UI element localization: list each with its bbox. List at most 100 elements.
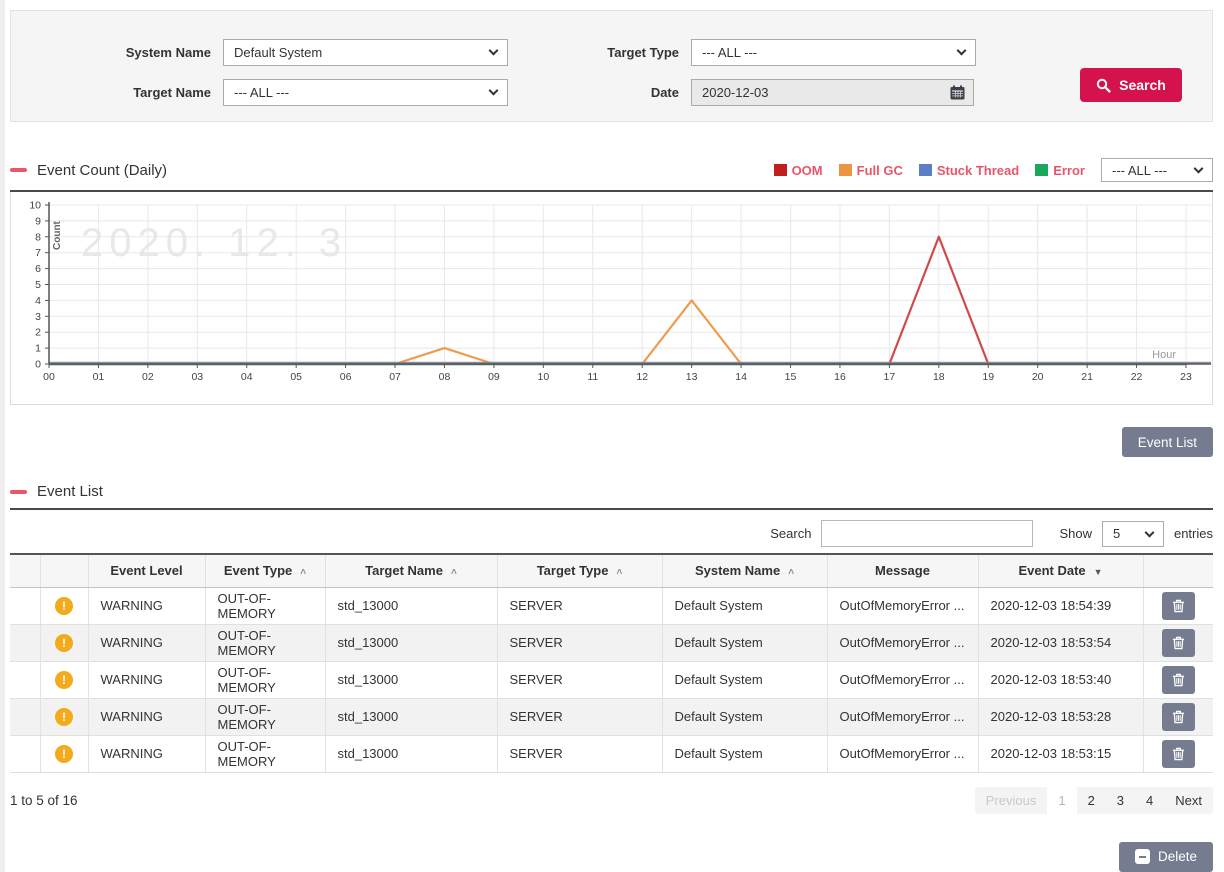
- pagination-previous[interactable]: Previous: [975, 787, 1048, 814]
- trash-icon: [1172, 636, 1185, 650]
- svg-text:17: 17: [884, 371, 896, 383]
- system-name-select[interactable]: Default System: [223, 39, 508, 66]
- header-message[interactable]: Message: [827, 554, 978, 587]
- message-cell: OutOfMemoryError ...: [827, 624, 978, 661]
- svg-text:9: 9: [35, 215, 41, 227]
- row-select-cell[interactable]: [10, 698, 40, 735]
- event-type-filter-select[interactable]: --- ALL ---: [1101, 158, 1213, 182]
- trash-icon: [1172, 710, 1185, 724]
- legend-label: Stuck Thread: [937, 163, 1019, 178]
- event-date-cell: 2020-12-03 18:54:39: [978, 587, 1143, 624]
- legend-label: OOM: [792, 163, 823, 178]
- target-name-select[interactable]: --- ALL ---: [223, 79, 508, 106]
- event-table: Event Level Event Type˄ Target Name˄ Tar…: [10, 553, 1213, 773]
- search-button[interactable]: Search: [1080, 68, 1182, 102]
- svg-text:07: 07: [389, 371, 401, 383]
- legend-item-error: Error: [1035, 163, 1085, 178]
- target-type-cell: SERVER: [497, 587, 662, 624]
- svg-text:09: 09: [488, 371, 500, 383]
- svg-text:6: 6: [35, 263, 41, 275]
- event-type-cell: OUT-OF-MEMORY: [205, 661, 325, 698]
- event-date-cell: 2020-12-03 18:53:54: [978, 624, 1143, 661]
- row-icon-cell: !: [40, 587, 88, 624]
- delete-row-button[interactable]: [1162, 629, 1195, 657]
- minus-square-icon: [1135, 849, 1150, 864]
- row-select-cell[interactable]: [10, 624, 40, 661]
- svg-text:22: 22: [1131, 371, 1143, 383]
- pagination-page-2[interactable]: 2: [1077, 787, 1106, 814]
- section-dash-icon: [10, 168, 27, 172]
- stuck-thread-swatch-icon: [919, 164, 932, 176]
- page-length-select[interactable]: 5: [1102, 521, 1164, 547]
- table-search-label: Search: [770, 526, 811, 541]
- event-list-button[interactable]: Event List: [1122, 427, 1213, 457]
- calendar-icon[interactable]: [950, 85, 965, 100]
- header-event-date[interactable]: Event Date▼: [978, 554, 1143, 587]
- show-label: Show: [1059, 526, 1092, 541]
- svg-text:06: 06: [340, 371, 352, 383]
- event-count-chart: 2020. 12. 301234567891000010203040506070…: [11, 198, 1212, 396]
- warning-icon: !: [55, 745, 73, 763]
- row-action-cell: [1143, 698, 1213, 735]
- target-type-select[interactable]: --- ALL ---: [691, 39, 976, 66]
- date-value: 2020-12-03: [702, 85, 769, 100]
- row-select-cell[interactable]: [10, 735, 40, 772]
- delete-row-button[interactable]: [1162, 740, 1195, 768]
- svg-text:20: 20: [1032, 371, 1044, 383]
- svg-text:10: 10: [538, 371, 550, 383]
- pagination-page-1[interactable]: 1: [1047, 787, 1076, 814]
- row-icon-cell: !: [40, 661, 88, 698]
- row-action-cell: [1143, 587, 1213, 624]
- delete-row-button[interactable]: [1162, 592, 1195, 620]
- svg-text:1: 1: [35, 343, 41, 355]
- chevron-down-icon: [489, 86, 499, 96]
- pagination-page-4[interactable]: 4: [1135, 787, 1164, 814]
- svg-text:19: 19: [982, 371, 994, 383]
- row-select-cell[interactable]: [10, 587, 40, 624]
- delete-row-button[interactable]: [1162, 666, 1195, 694]
- pagination-next[interactable]: Next: [1164, 787, 1213, 814]
- svg-text:08: 08: [439, 371, 451, 383]
- target-type-label: Target Type: [508, 45, 691, 60]
- legend-label: Error: [1053, 163, 1085, 178]
- svg-text:3: 3: [35, 311, 41, 323]
- pagination: Previous 1 2 3 4 Next: [975, 787, 1213, 814]
- page-edge-strip: [0, 0, 5, 872]
- pagination-page-3[interactable]: 3: [1106, 787, 1135, 814]
- delete-row-button[interactable]: [1162, 703, 1195, 731]
- chart-legend: OOM Full GC Stuck Thread Error --- ALL -…: [774, 158, 1213, 182]
- table-summary: 1 to 5 of 16: [10, 793, 78, 808]
- svg-text:01: 01: [93, 371, 105, 383]
- header-event-type[interactable]: Event Type˄: [205, 554, 325, 587]
- event-level-cell: WARNING: [88, 587, 205, 624]
- row-action-cell: [1143, 624, 1213, 661]
- header-event-level[interactable]: Event Level: [88, 554, 205, 587]
- target-name-cell: std_13000: [325, 661, 497, 698]
- system-name-cell: Default System: [662, 735, 827, 772]
- svg-text:14: 14: [735, 371, 747, 383]
- svg-text:02: 02: [142, 371, 154, 383]
- row-select-cell[interactable]: [10, 661, 40, 698]
- sort-asc-icon: ˄: [616, 567, 622, 578]
- svg-text:5: 5: [35, 279, 41, 291]
- target-type-cell: SERVER: [497, 661, 662, 698]
- sort-desc-icon: ▼: [1094, 567, 1103, 577]
- header-target-type[interactable]: Target Type˄: [497, 554, 662, 587]
- event-type-cell: OUT-OF-MEMORY: [205, 698, 325, 735]
- event-list-title: Event List: [37, 483, 103, 500]
- search-icon: [1096, 78, 1111, 93]
- header-target-name[interactable]: Target Name˄: [325, 554, 497, 587]
- table-search-input[interactable]: [821, 520, 1033, 547]
- table-row: ! WARNING OUT-OF-MEMORY std_13000 SERVER…: [10, 661, 1213, 698]
- message-cell: OutOfMemoryError ...: [827, 587, 978, 624]
- list-controls: Search Show 5 entries: [10, 520, 1213, 547]
- delete-button[interactable]: Delete: [1119, 842, 1213, 872]
- event-date-cell: 2020-12-03 18:53:28: [978, 698, 1143, 735]
- header-system-name[interactable]: System Name˄: [662, 554, 827, 587]
- date-input[interactable]: 2020-12-03: [691, 79, 974, 106]
- header-select-col: [10, 554, 40, 587]
- header-action-col: [1143, 554, 1213, 587]
- table-row: ! WARNING OUT-OF-MEMORY std_13000 SERVER…: [10, 698, 1213, 735]
- event-list-header: Event List: [10, 483, 1213, 510]
- table-row: ! WARNING OUT-OF-MEMORY std_13000 SERVER…: [10, 735, 1213, 772]
